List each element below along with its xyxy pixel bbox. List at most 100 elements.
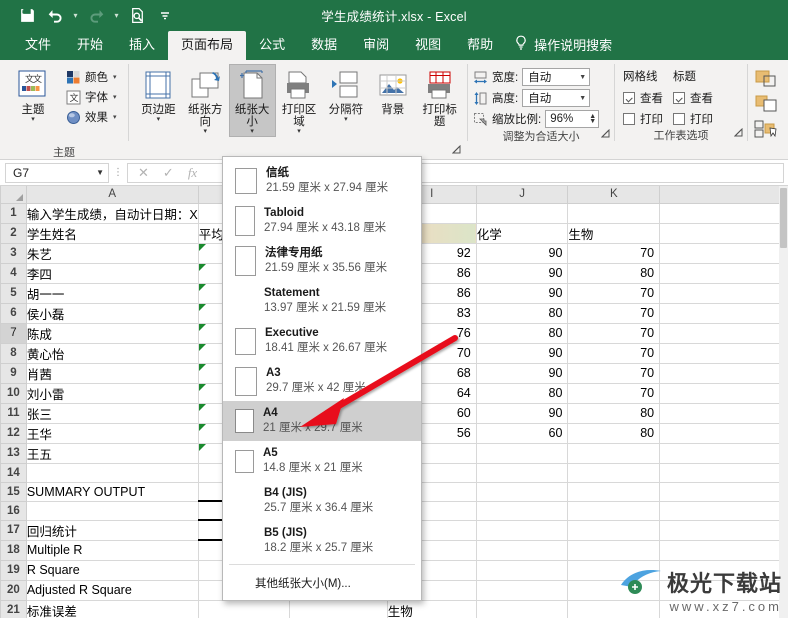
cell-a17[interactable]: 回归统计 xyxy=(26,520,199,541)
paper-size-item-executive[interactable]: Executive 18.41 厘米 x 26.67 厘米 xyxy=(223,321,421,361)
tell-me-box[interactable]: 操作说明搜索 xyxy=(506,30,620,60)
height-combo[interactable]: 自动 ▼ xyxy=(522,89,591,107)
cell-k17[interactable] xyxy=(567,520,661,541)
send-backward-icon[interactable] xyxy=(754,95,786,116)
breaks-button[interactable]: 分隔符 ▾ xyxy=(322,64,369,125)
cell-x13[interactable] xyxy=(659,443,788,464)
cell-x10[interactable] xyxy=(659,383,788,404)
paper-size-item-a4[interactable]: A4 21 厘米 x 29.7 厘米 xyxy=(223,401,421,441)
paper-size-item-statement[interactable]: Statement 13.97 厘米 x 21.59 厘米 xyxy=(223,281,421,321)
bring-forward-icon[interactable] xyxy=(754,70,786,91)
cell-a5[interactable]: 胡一一 xyxy=(26,283,199,304)
theme-colors-button[interactable]: 颜色 ▾ xyxy=(62,68,120,86)
cell-x6[interactable] xyxy=(659,303,788,324)
chevron-down-icon[interactable]: ▾ xyxy=(113,113,117,121)
column-header-k[interactable]: K xyxy=(567,186,661,204)
row-header-20[interactable]: 20 xyxy=(0,579,27,601)
cell-x15[interactable] xyxy=(659,482,788,502)
cell-j11[interactable]: 90 xyxy=(476,403,569,424)
print-titles-button[interactable]: 打印标题 xyxy=(416,64,463,129)
cell-k11[interactable]: 80 xyxy=(567,403,661,424)
confirm-icon[interactable]: ✓ xyxy=(163,165,174,181)
cell-a7[interactable]: 陈成 xyxy=(26,323,199,344)
row-header-11[interactable]: 11 xyxy=(0,402,27,424)
cell-a9[interactable]: 肖茜 xyxy=(26,363,199,384)
selection-pane-icon[interactable] xyxy=(754,120,786,143)
cell-j15[interactable] xyxy=(476,482,569,502)
cancel-icon[interactable]: ✕ xyxy=(138,165,149,181)
row-header-5[interactable]: 5 xyxy=(0,282,27,304)
cell-k15[interactable] xyxy=(567,482,661,502)
cell-a16[interactable] xyxy=(26,501,199,521)
cell-a2[interactable]: 学生姓名 xyxy=(26,223,199,244)
cell-k3[interactable]: 70 xyxy=(567,243,661,264)
row-header-16[interactable]: 16 xyxy=(0,500,27,521)
cell-j19[interactable] xyxy=(476,560,569,581)
cell-k13[interactable] xyxy=(567,443,661,464)
cell-a19[interactable]: R Square xyxy=(26,560,199,581)
cell-k5[interactable]: 70 xyxy=(567,283,661,304)
paper-size-item-[interactable]: 法律专用纸 21.59 厘米 x 35.56 厘米 xyxy=(223,241,421,281)
row-header-13[interactable]: 13 xyxy=(0,442,27,464)
row-header-21[interactable]: 21 xyxy=(0,599,27,618)
row-header-2[interactable]: 2 xyxy=(0,222,27,244)
undo-icon[interactable] xyxy=(42,3,68,27)
cell-k10[interactable]: 70 xyxy=(567,383,661,404)
cell-j4[interactable]: 90 xyxy=(476,263,569,284)
cell-x16[interactable] xyxy=(659,501,788,521)
cell-x5[interactable] xyxy=(659,283,788,304)
cell-j20[interactable] xyxy=(476,580,569,601)
cell-x8[interactable] xyxy=(659,343,788,364)
paper-size-item-b4jis[interactable]: B4 (JIS) 25.7 厘米 x 36.4 厘米 xyxy=(223,481,421,521)
gridlines-view-row[interactable]: 查看 xyxy=(623,90,663,106)
cell-a11[interactable]: 张三 xyxy=(26,403,199,424)
row-header-7[interactable]: 7 xyxy=(0,322,27,344)
row-header-19[interactable]: 19 xyxy=(0,559,27,581)
cell-x4[interactable] xyxy=(659,263,788,284)
cell-x7[interactable] xyxy=(659,323,788,344)
cell-j9[interactable]: 90 xyxy=(476,363,569,384)
vertical-scrollbar[interactable] xyxy=(779,186,788,618)
cell-j1[interactable] xyxy=(476,203,569,224)
cell-x17[interactable] xyxy=(659,520,788,541)
cell-a6[interactable]: 侯小磊 xyxy=(26,303,199,324)
cell-j21[interactable] xyxy=(476,600,569,618)
cell-a10[interactable]: 刘小雷 xyxy=(26,383,199,404)
gridlines-print-row[interactable]: 打印 xyxy=(623,111,663,127)
headings-print-row[interactable]: 打印 xyxy=(673,111,713,127)
tab-page-layout[interactable]: 页面布局 xyxy=(168,31,247,60)
themes-button[interactable]: 文 文 主题 ▾ xyxy=(4,64,62,125)
tab-home[interactable]: 开始 xyxy=(64,31,116,60)
tab-help[interactable]: 帮助 xyxy=(454,31,506,60)
headings-view-row[interactable]: 查看 xyxy=(673,90,713,106)
paper-size-item-[interactable]: 信纸 21.59 厘米 x 27.94 厘米 xyxy=(223,161,421,201)
cell-e21[interactable] xyxy=(198,600,290,618)
print-area-button[interactable]: 打印区域 ▾ xyxy=(276,64,323,137)
cell-x2[interactable] xyxy=(659,223,788,244)
theme-fonts-button[interactable]: 文 字体 ▾ xyxy=(62,88,120,106)
cell-x11[interactable] xyxy=(659,403,788,424)
cell-j6[interactable]: 80 xyxy=(476,303,569,324)
cell-j7[interactable]: 80 xyxy=(476,323,569,344)
paper-size-item-a5[interactable]: A5 14.8 厘米 x 21 厘米 xyxy=(223,441,421,481)
cell-a4[interactable]: 李四 xyxy=(26,263,199,284)
formula-bar-handle[interactable]: ⋮ xyxy=(109,167,127,178)
column-header-extra[interactable] xyxy=(659,186,788,204)
row-header-10[interactable]: 10 xyxy=(0,382,27,404)
scale-spinner[interactable]: 96% ▲ ▼ xyxy=(545,110,600,128)
tab-view[interactable]: 视图 xyxy=(402,31,454,60)
tab-file[interactable]: 文件 xyxy=(12,31,64,60)
gridlines-print-checkbox[interactable] xyxy=(623,113,635,125)
tab-formulas[interactable]: 公式 xyxy=(246,31,298,60)
row-header-6[interactable]: 6 xyxy=(0,302,27,324)
cell-a8[interactable]: 黄心怡 xyxy=(26,343,199,364)
undo-dropdown-icon[interactable]: ▾ xyxy=(70,3,81,27)
select-all-button[interactable] xyxy=(0,186,27,204)
cell-k8[interactable]: 70 xyxy=(567,343,661,364)
cell-j5[interactable]: 90 xyxy=(476,283,569,304)
paper-size-button[interactable]: 纸张大小 ▾ xyxy=(228,64,276,137)
cell-k16[interactable] xyxy=(567,501,661,521)
row-header-8[interactable]: 8 xyxy=(0,342,27,364)
cell-j16[interactable] xyxy=(476,501,569,521)
background-button[interactable]: 背景 xyxy=(369,64,416,117)
